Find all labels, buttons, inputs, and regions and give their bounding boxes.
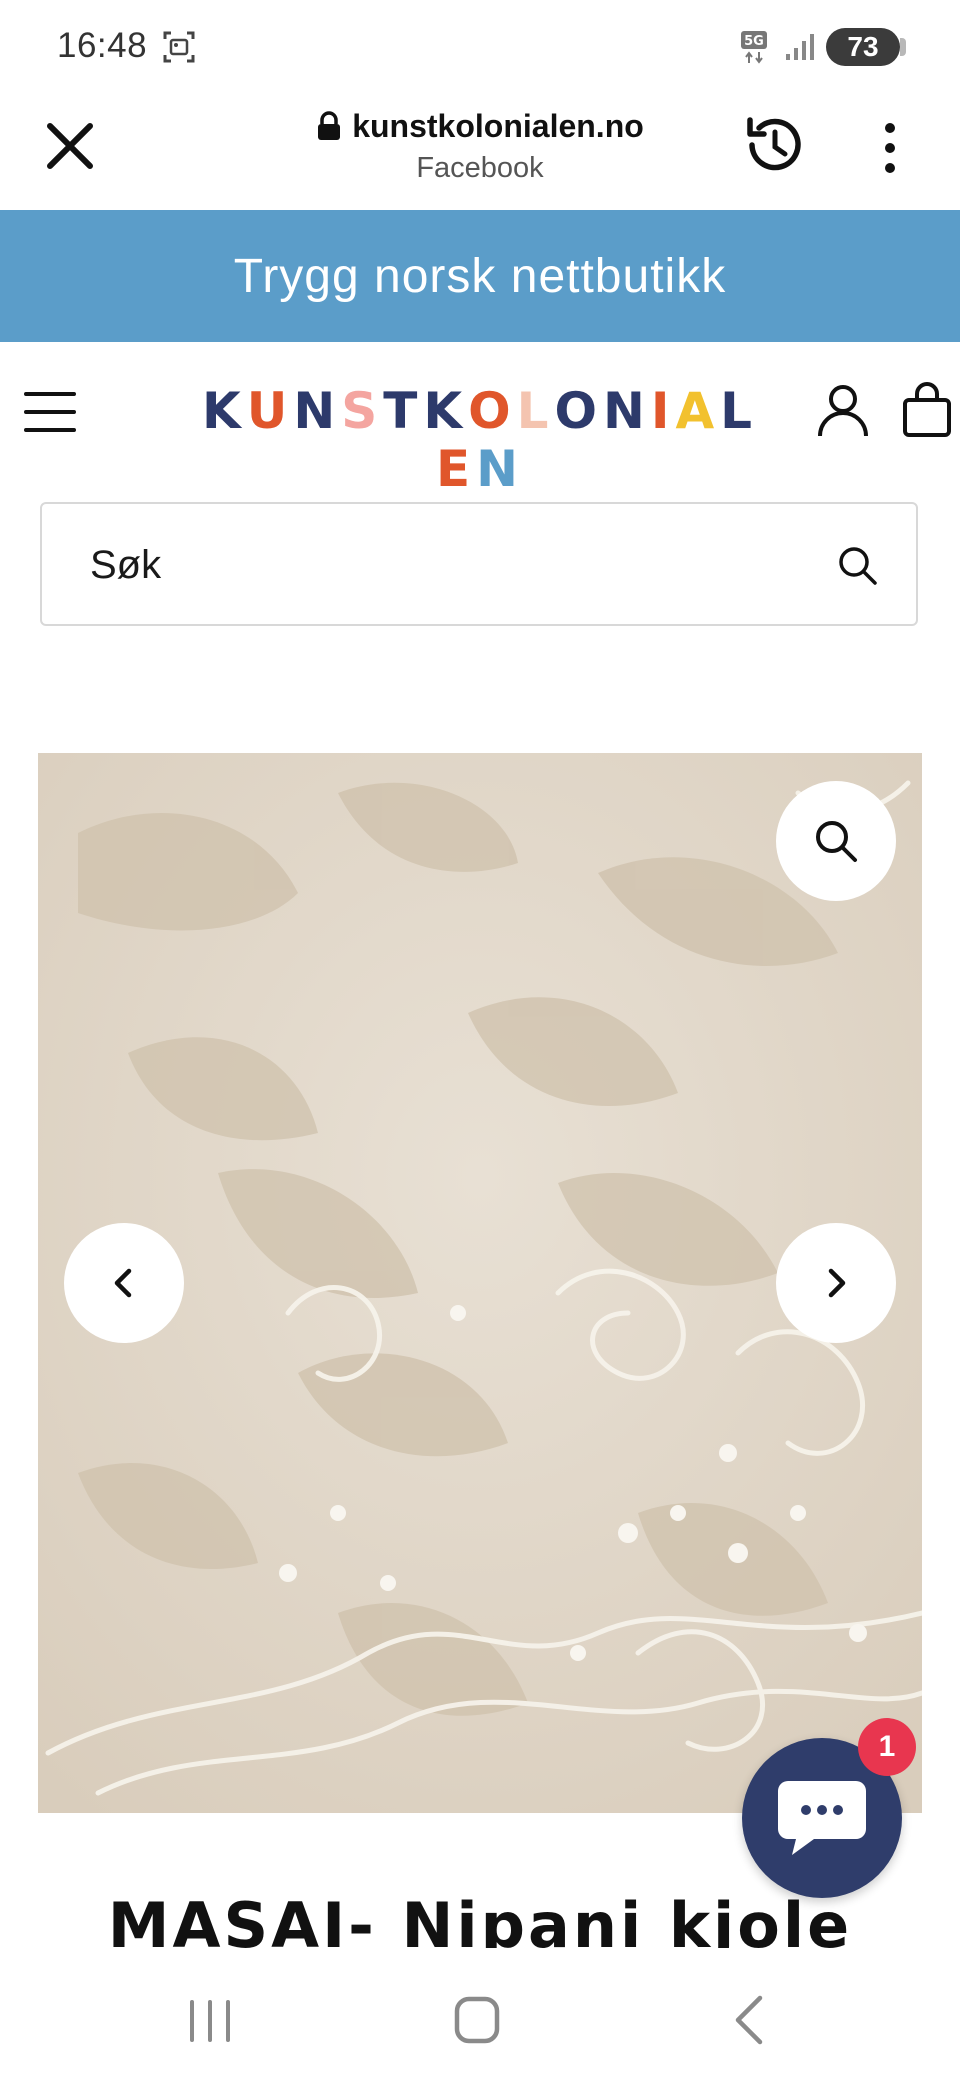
referrer-text: Facebook (416, 152, 544, 184)
site-logo[interactable]: KUNSTKOLONIALEN (200, 382, 760, 498)
logo-letter: N (602, 382, 651, 440)
product-title: MASAI- Nipani kjole (107, 1890, 853, 1948)
logo-letter: N (476, 440, 524, 498)
close-icon[interactable] (38, 114, 102, 178)
browser-toolbar: kunstkolonialen.no Facebook (0, 96, 960, 210)
zoom-button[interactable] (776, 781, 896, 901)
logo-letter: A (675, 382, 721, 440)
signal-icon (786, 34, 814, 60)
search-box (40, 502, 918, 626)
5g-icon: 5G (741, 31, 767, 64)
logo-letter: L (516, 382, 555, 440)
network-label: 5G (744, 34, 764, 49)
logo-letter: K (201, 382, 247, 440)
next-image-button[interactable] (776, 1223, 896, 1343)
chevron-left-icon (114, 1268, 132, 1298)
url-display[interactable]: kunstkolonialen.no Facebook (240, 102, 720, 185)
search-icon[interactable] (836, 544, 878, 586)
status-bar: 16:48 5G 73 (0, 0, 960, 96)
logo-letter: K (423, 382, 469, 440)
logo-letter: T (383, 382, 424, 440)
back-icon[interactable] (728, 1992, 768, 2048)
logo-letter: O (468, 382, 517, 440)
chat-bubble-icon (778, 1781, 866, 1855)
screenshot-notification-icon (163, 31, 195, 63)
chat-unread-badge: 1 (858, 1718, 916, 1776)
bag-icon[interactable] (902, 382, 952, 438)
logo-letter: E (435, 440, 477, 498)
logo-letter: N (293, 382, 342, 440)
battery-indicator: 73 (826, 28, 906, 66)
logo-letter: O (554, 382, 603, 440)
url-text: kunstkolonialen.no (352, 107, 644, 144)
status-icons: 5G 73 (740, 26, 906, 68)
zoom-icon (816, 821, 857, 862)
logo-letter: I (650, 382, 676, 440)
site-header: KUNSTKOLONIALEN (0, 342, 960, 498)
history-icon[interactable] (738, 110, 808, 180)
logo-letter: L (720, 382, 759, 440)
promo-banner: Trygg norsk nettbutikk (0, 210, 960, 342)
system-nav-bar (0, 1968, 960, 2080)
recents-icon[interactable] (186, 1996, 234, 2046)
search-input[interactable] (88, 504, 792, 626)
previous-image-button[interactable] (64, 1223, 184, 1343)
lock-icon (318, 111, 341, 140)
chevron-right-icon (828, 1268, 846, 1298)
hamburger-icon[interactable] (24, 390, 76, 434)
status-time: 16:48 (57, 26, 148, 65)
logo-letter: U (246, 382, 294, 440)
logo-letter: S (341, 382, 384, 440)
home-icon[interactable] (452, 1994, 502, 2046)
user-icon[interactable] (815, 382, 871, 438)
more-vert-icon[interactable] (870, 116, 910, 180)
product-image-gallery[interactable] (38, 753, 922, 1813)
